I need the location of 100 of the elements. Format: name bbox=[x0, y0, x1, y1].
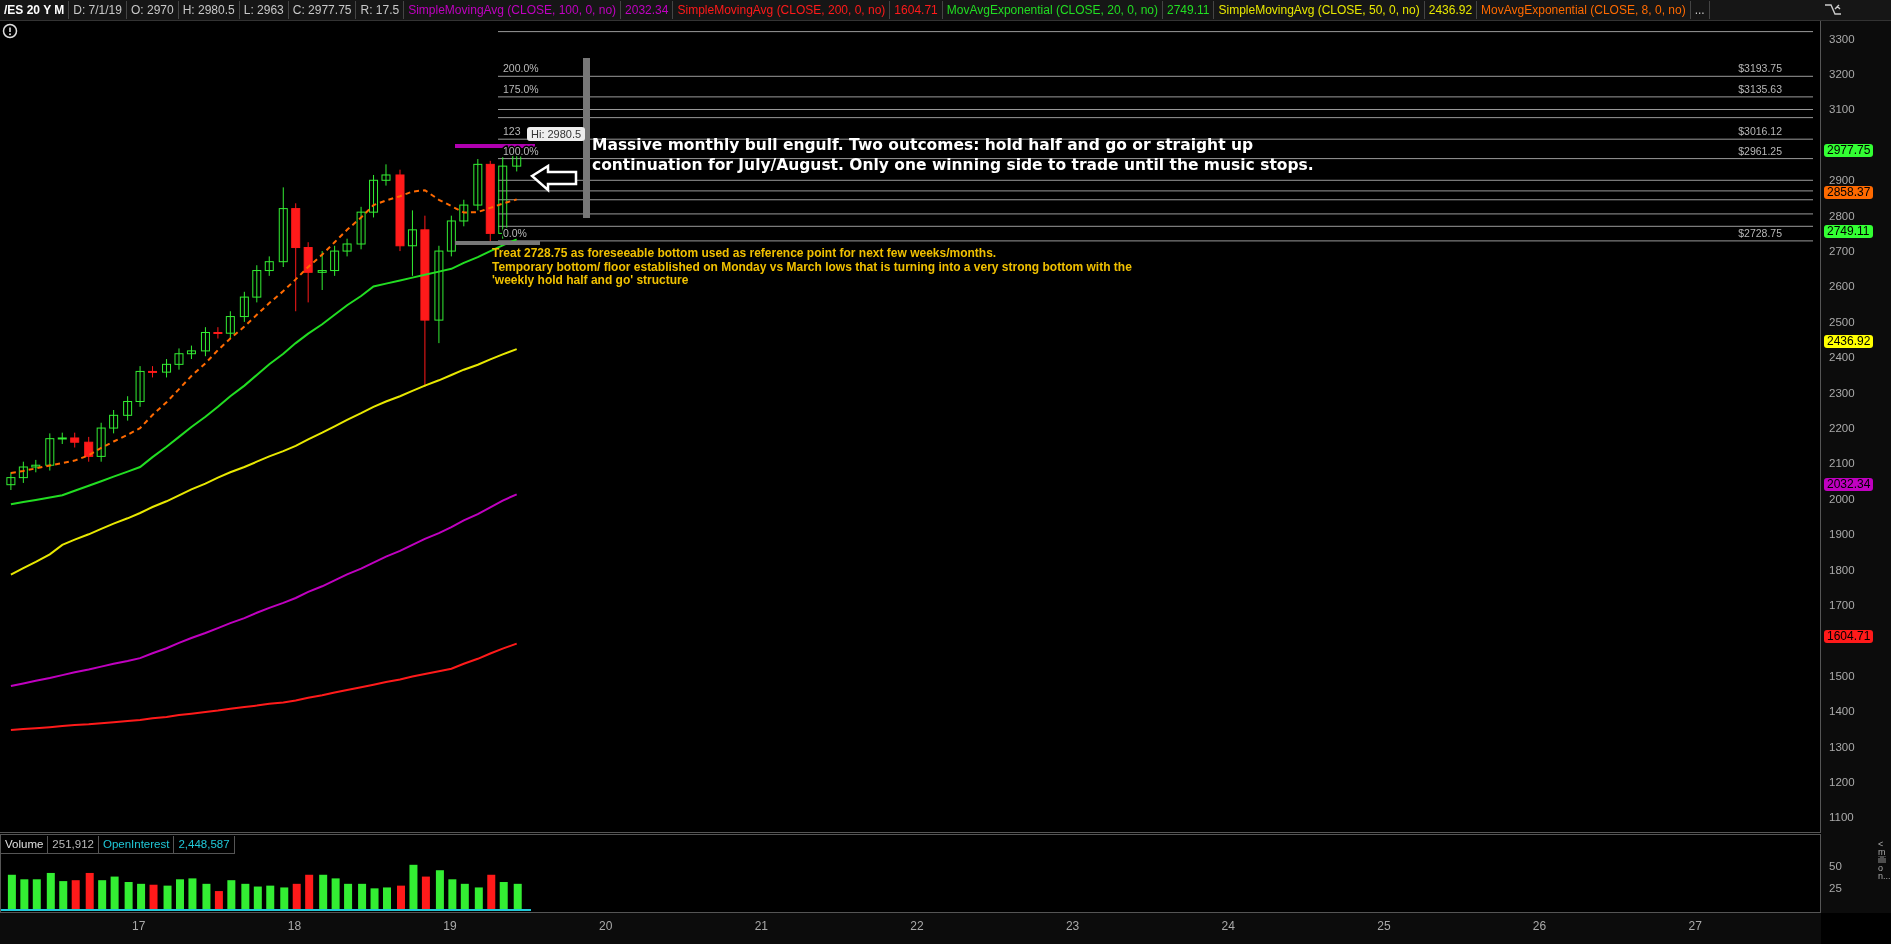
volume-bar bbox=[383, 887, 391, 911]
candlestick bbox=[317, 250, 327, 291]
price-axis-label: 1800 bbox=[1829, 564, 1855, 575]
volume-bar bbox=[435, 870, 444, 911]
fibonacci-level-label: 175.0% bbox=[503, 82, 539, 95]
header-label: SimpleMovingAvg (CLOSE, 100, 0, no) bbox=[404, 1, 622, 19]
candlestick bbox=[252, 264, 262, 303]
candlestick bbox=[446, 215, 456, 257]
fibonacci-handle[interactable] bbox=[583, 58, 590, 218]
volume-bar bbox=[188, 878, 197, 911]
volume-bar bbox=[202, 883, 211, 911]
volume-bar bbox=[499, 882, 508, 911]
candlestick bbox=[342, 238, 352, 257]
candlestick bbox=[70, 432, 80, 449]
fibonacci-level-label: 0.0% bbox=[503, 226, 527, 239]
candlestick bbox=[84, 436, 94, 463]
header-label: MovAvgExponential (CLOSE, 20, 0, no) bbox=[942, 1, 1163, 19]
price-axis-label: 1200 bbox=[1829, 777, 1855, 787]
header-label: R: 17.5 bbox=[356, 1, 405, 19]
fibonacci-level-label: 200.0% bbox=[503, 62, 539, 75]
volume-bar bbox=[266, 885, 275, 911]
price-axis-label: 1900 bbox=[1829, 529, 1855, 540]
header-label: 2032.34 bbox=[621, 1, 674, 19]
volume-bar bbox=[319, 874, 328, 911]
price-axis-label: 2400 bbox=[1829, 352, 1855, 363]
volume-bar bbox=[85, 872, 94, 911]
time-axis-label: 20 bbox=[599, 919, 613, 933]
header-label: L: 2963 bbox=[239, 1, 289, 19]
candlestick bbox=[213, 326, 223, 339]
volume-bar bbox=[241, 883, 250, 911]
candlestick bbox=[459, 199, 469, 227]
price-axis-label: 2100 bbox=[1829, 458, 1855, 469]
expand-icon[interactable] bbox=[1823, 2, 1843, 18]
candlestick bbox=[330, 245, 340, 277]
candlestick bbox=[162, 358, 172, 378]
price-axis-label: 2600 bbox=[1829, 281, 1855, 292]
volume-bar bbox=[124, 882, 133, 911]
header-label: D: 7/1/19 bbox=[69, 1, 127, 19]
candlestick bbox=[225, 310, 235, 339]
candlestick bbox=[96, 422, 106, 463]
fibonacci-price-label: $3135.63 bbox=[1738, 82, 1782, 95]
header-label: SimpleMovingAvg (CLOSE, 50, 0, no) bbox=[1214, 1, 1425, 19]
alert-icon[interactable] bbox=[2, 23, 18, 39]
volume-axis-label: 50 bbox=[1829, 860, 1842, 871]
time-axis-label: 18 bbox=[287, 919, 302, 933]
more-button[interactable]: ... bbox=[1690, 1, 1710, 19]
candlestick bbox=[264, 255, 274, 277]
header-label: SimpleMovingAvg (CLOSE, 200, 0, no) bbox=[673, 1, 891, 19]
volume-bar bbox=[253, 886, 262, 911]
price-axis-label: 1100 bbox=[1829, 812, 1854, 823]
candlestick bbox=[31, 459, 41, 473]
candlestick bbox=[303, 241, 313, 303]
candlestick bbox=[123, 395, 133, 422]
header-label: 1604.71 bbox=[890, 1, 943, 19]
volume-bar bbox=[331, 878, 340, 911]
volume-bar bbox=[176, 879, 184, 911]
price-axis-label: 2300 bbox=[1829, 387, 1855, 398]
left-arrow-icon bbox=[529, 163, 578, 193]
volume-bar bbox=[46, 872, 55, 911]
price-axis-label: 3300 bbox=[1829, 33, 1855, 44]
price-tag: 2436.92 bbox=[1824, 335, 1874, 349]
volume-bar bbox=[460, 883, 469, 911]
volume-bar bbox=[137, 883, 146, 911]
price-tag: 2977.75 bbox=[1824, 143, 1874, 157]
price-axis-label: 3100 bbox=[1829, 104, 1855, 115]
candlestick bbox=[200, 326, 210, 357]
volume-legend-label: 2,448,587 bbox=[174, 835, 235, 854]
volume-bar bbox=[292, 883, 301, 911]
header-label: 2749.11 bbox=[1163, 1, 1215, 19]
price-axis-label: 2200 bbox=[1829, 423, 1855, 434]
volume-bar bbox=[305, 874, 314, 911]
volume-bar bbox=[370, 888, 379, 911]
volume-bar bbox=[59, 881, 68, 911]
price-axis-label: 1500 bbox=[1829, 670, 1855, 681]
candlestick bbox=[148, 365, 158, 378]
volume-bar bbox=[474, 887, 483, 911]
header-label: /ES 20 Y M bbox=[0, 1, 70, 19]
header-label: C: 2977.75 bbox=[288, 1, 357, 19]
volume-bar bbox=[163, 885, 172, 911]
fibonacci-price-label: $3016.12 bbox=[1738, 125, 1782, 138]
candlestick bbox=[135, 365, 145, 408]
candlestick bbox=[239, 291, 249, 323]
volume-bar bbox=[397, 885, 405, 911]
price-axis-label: 1300 bbox=[1829, 741, 1855, 752]
fibonacci-price-label: $2728.75 bbox=[1738, 226, 1782, 239]
volume-bar bbox=[98, 880, 107, 911]
volume-axis-label: 25 bbox=[1829, 883, 1842, 894]
fibonacci-price-label: $3193.75 bbox=[1738, 62, 1782, 75]
price-tag: 2858.37 bbox=[1824, 186, 1874, 199]
candlestick bbox=[6, 471, 16, 491]
time-axis-label: 21 bbox=[754, 919, 768, 933]
candlestick bbox=[45, 432, 55, 472]
volume-bar bbox=[32, 879, 41, 911]
candlestick bbox=[473, 158, 483, 211]
fibonacci-price-label: $2961.25 bbox=[1738, 144, 1782, 157]
volume-bar bbox=[513, 883, 522, 911]
price-tag: 2032.34 bbox=[1824, 478, 1874, 492]
header-label: MovAvgExponential (CLOSE, 8, 0, no) bbox=[1477, 1, 1691, 19]
high-price-tooltip: Hi: 2980.5 bbox=[527, 127, 586, 141]
price-axis-label: 3200 bbox=[1829, 69, 1855, 80]
